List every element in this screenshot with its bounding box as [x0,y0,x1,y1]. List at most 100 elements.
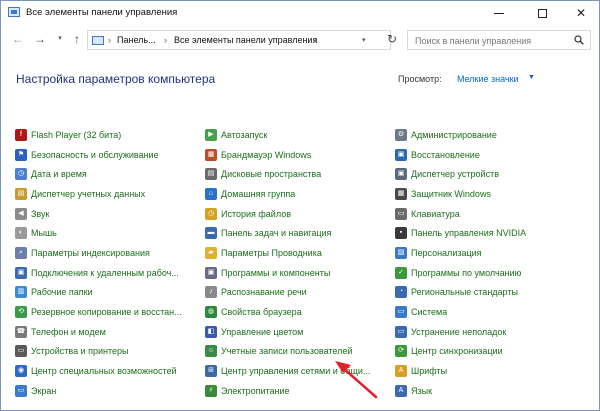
control-panel-item[interactable]: ◷ История файлов [205,204,390,224]
control-panel-item-label[interactable]: Управление цветом [221,327,303,337]
control-panel-item-label[interactable]: Рабочие папки [31,287,93,297]
control-panel-item[interactable]: ▭ Клавиатура [395,204,580,224]
control-panel-item[interactable]: ◐ Мышь [15,223,200,243]
control-panel-item-label[interactable]: Программы и компоненты [221,268,330,278]
control-panel-item-label[interactable]: Центр специальных возможностей [31,366,177,376]
search-box[interactable]: Поиск в панели управления [407,30,591,50]
control-panel-item[interactable]: ⌕ Параметры индексирования [15,243,200,263]
control-panel-item-label[interactable]: Подключения к удаленным рабоч... [31,268,179,278]
control-panel-item-label[interactable]: Программы по умолчанию [411,268,521,278]
up-button[interactable]: ↑ [70,32,84,46]
close-button[interactable]: ✕ [561,1,599,25]
control-panel-item[interactable]: ▦ Брандмауэр Windows [205,145,390,165]
title-bar[interactable]: Все элементы панели управления ✕ [1,1,599,25]
view-by-caret-icon[interactable]: ▼ [528,74,535,81]
control-panel-item-label[interactable]: Параметры Проводника [221,248,322,258]
maximize-button[interactable] [522,1,562,25]
control-panel-item-label[interactable]: Flash Player (32 бита) [31,130,121,140]
control-panel-item-label[interactable]: Автозапуск [221,130,267,140]
view-by-dropdown[interactable]: Мелкие значки [457,74,519,84]
control-panel-item[interactable]: ◍ Свойства браузера [205,302,390,322]
control-panel-item-label[interactable]: Свойства браузера [221,307,302,317]
control-panel-item[interactable]: ⚑ Безопасность и обслуживание [15,145,200,165]
control-panel-item[interactable]: ▭ Экран [15,381,200,401]
control-panel-item[interactable]: A Язык [395,381,580,401]
control-panel-item[interactable]: ⚙ Администрирование [395,125,580,145]
control-panel-item[interactable]: ◧ Управление цветом [205,322,390,342]
control-panel-item-label[interactable]: Шрифты [411,366,447,376]
control-panel-item[interactable]: ◷ Дата и время [15,164,200,184]
control-panel-item-label[interactable]: Центр синхронизации [411,346,503,356]
recent-locations-button[interactable]: ▾ [53,32,67,46]
refresh-button[interactable]: ↻ [385,32,399,46]
control-panel-item[interactable]: ▭ Система [395,302,580,322]
control-panel-item[interactable]: ✓ Программы по умолчанию [395,263,580,283]
control-panel-item-label[interactable]: Диспетчер устройств [411,169,499,179]
control-panel-item-label[interactable]: Звук [31,209,49,219]
control-panel-item-label[interactable]: Брандмауэр Windows [221,150,311,160]
control-panel-item[interactable]: ▭ Устройства и принтеры [15,342,200,362]
control-panel-item[interactable]: f Flash Player (32 бита) [15,125,200,145]
control-panel-item[interactable]: ▭ Устранение неполадок [395,322,580,342]
control-panel-item-label[interactable]: Телефон и модем [31,327,106,337]
control-panel-item[interactable]: ⟳ Центр синхронизации [395,342,580,362]
control-panel-item-label[interactable]: Восстановление [411,150,480,160]
control-panel-item[interactable]: ▣ Подключения к удаленным рабоч... [15,263,200,283]
control-panel-item-label[interactable]: Панель задач и навигация [221,228,331,238]
search-icon[interactable] [574,35,584,45]
control-panel-item-label[interactable]: Устройства и принтеры [31,346,129,356]
breadcrumb-separator[interactable]: › [108,35,111,45]
control-panel-item[interactable]: ☎ Телефон и модем [15,322,200,342]
breadcrumb-separator[interactable]: › [314,35,317,45]
control-panel-item[interactable]: ◉ Центр специальных возможностей [15,361,200,381]
control-panel-item-label[interactable]: Региональные стандарты [411,287,518,297]
control-panel-item-label[interactable]: Система [411,307,447,317]
control-panel-item-label[interactable]: Язык [411,386,432,396]
control-panel-item-label[interactable]: Экран [31,386,56,396]
control-panel-item[interactable]: ⊞ Центр управления сетями и общи... [205,361,390,381]
control-panel-item-label[interactable]: Защитник Windows [411,189,491,199]
search-input[interactable]: Поиск в панели управления [415,36,531,46]
control-panel-item-label[interactable]: Дисковые пространства [221,169,321,179]
control-panel-item-label[interactable]: Мышь [31,228,57,238]
control-panel-item-label[interactable]: Распознавание речи [221,287,307,297]
control-panel-item[interactable]: ⟲ Резервное копирование и восстан... [15,302,200,322]
control-panel-item[interactable]: ▰ Параметры Проводника [205,243,390,263]
control-panel-item-label[interactable]: Устранение неполадок [411,327,506,337]
control-panel-item[interactable]: ▬ Панель задач и навигация [205,223,390,243]
control-panel-item[interactable]: ▦ Защитник Windows [395,184,580,204]
control-panel-item[interactable]: ▣ Диспетчер устройств [395,164,580,184]
control-panel-item[interactable]: ▨ Персонализация [395,243,580,263]
control-panel-item[interactable]: ▪ Панель управления NVIDIA [395,223,580,243]
address-bar[interactable]: › Панель... › Все элементы панели управл… [87,30,391,50]
control-panel-item-label[interactable]: Клавиатура [411,209,460,219]
control-panel-item[interactable]: ◀ Звук [15,204,200,224]
breadcrumb-control-panel[interactable]: Панель... [117,35,156,45]
breadcrumb-all-items[interactable]: Все элементы панели управления [174,35,317,45]
control-panel-item[interactable]: ▶ Автозапуск [205,125,390,145]
control-panel-item-label[interactable]: Центр управления сетями и общи... [221,366,370,376]
control-panel-item[interactable]: ▣ Восстановление [395,145,580,165]
control-panel-item-label[interactable]: Администрирование [411,130,497,140]
control-panel-item[interactable]: ◔ Региональные стандарты [395,283,580,303]
control-panel-item-label[interactable]: Персонализация [411,248,482,258]
control-panel-item-label[interactable]: История файлов [221,209,291,219]
minimize-button[interactable] [479,1,519,25]
control-panel-item-label[interactable]: Безопасность и обслуживание [31,150,159,160]
control-panel-item-label[interactable]: Параметры индексирования [31,248,150,258]
address-dropdown-icon[interactable]: ▾ [362,36,366,44]
control-panel-item[interactable]: ▣ Программы и компоненты [205,263,390,283]
control-panel-item-label[interactable]: Домашняя группа [221,189,295,199]
control-panel-item-label[interactable]: Панель управления NVIDIA [411,228,526,238]
control-panel-item-label[interactable]: Дата и время [31,169,87,179]
control-panel-item-label[interactable]: Диспетчер учетных данных [31,189,145,199]
breadcrumb-separator[interactable]: › [164,35,167,45]
back-button[interactable]: ← [11,32,25,46]
control-panel-item[interactable]: ▤ Диспетчер учетных данных [15,184,200,204]
forward-button[interactable]: → [33,32,47,46]
control-panel-item[interactable]: ⚡ Электропитание [205,381,390,401]
control-panel-item-label[interactable]: Учетные записи пользователей [221,346,352,356]
control-panel-item[interactable]: ▥ Рабочие папки [15,283,200,303]
control-panel-item[interactable]: ☺ Учетные записи пользователей [205,342,390,362]
control-panel-item[interactable]: ▤ Дисковые пространства [205,164,390,184]
